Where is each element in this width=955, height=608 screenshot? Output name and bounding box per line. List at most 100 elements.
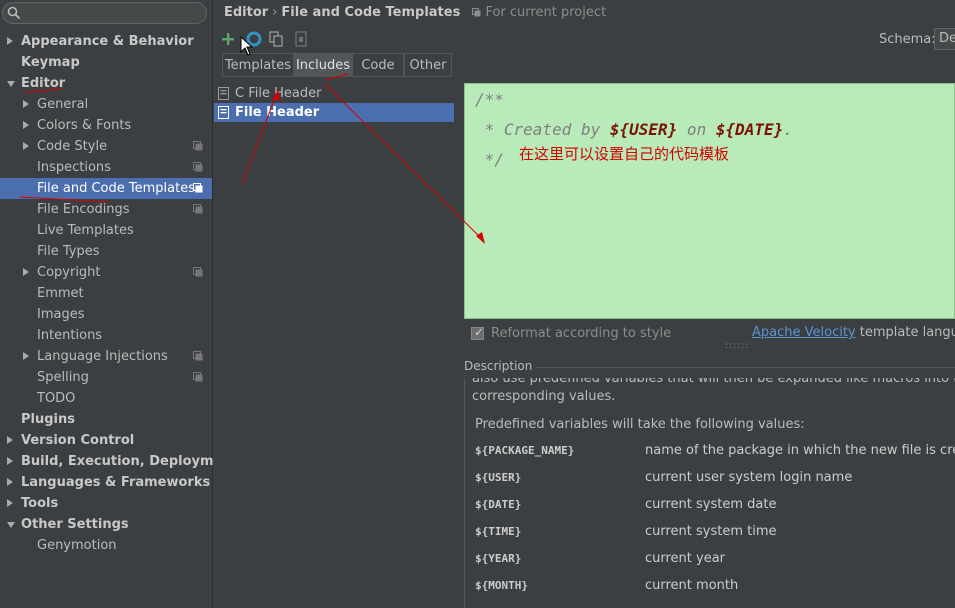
code-text: * Created by (475, 120, 610, 139)
velocity-note-text: template language (859, 325, 955, 340)
sidebar-item[interactable]: Other Settings (0, 514, 212, 535)
sidebar-item[interactable]: Images (0, 304, 212, 325)
sidebar-item-label: Build, Execution, Deployment (21, 454, 238, 469)
description-panel: also use predefined variables that will … (464, 378, 955, 608)
template-list-item[interactable]: C File Header (214, 84, 454, 103)
variable-name: ${MONTH} (475, 579, 528, 592)
collapsed-arrow-icon[interactable] (7, 436, 13, 444)
splitter-grip[interactable]: :::::: (725, 341, 749, 351)
description-text: also use predefined variables that will … (472, 378, 955, 386)
template-list-item-label: File Header (235, 105, 320, 120)
sidebar-item[interactable]: Intentions (0, 325, 212, 346)
tab-other[interactable]: Other (404, 53, 452, 77)
sidebar-item[interactable]: Inspections (0, 157, 212, 178)
tab-code[interactable]: Code (352, 53, 404, 77)
annotation-text: 在这里可以设置自己的代码模板 (519, 145, 730, 163)
variable-description: name of the package in which the new fil… (645, 443, 955, 458)
scope-text: For current project (485, 5, 607, 20)
project-scope-icon (193, 162, 203, 172)
sidebar-item[interactable]: Appearance & Behavior (0, 31, 212, 52)
predefined-heading: Predefined variables will take the follo… (475, 417, 805, 432)
sidebar-item-label: General (37, 97, 89, 112)
sidebar-item-label: Version Control (21, 433, 135, 448)
export-icon[interactable] (292, 30, 310, 48)
tab-includes[interactable]: Includes (294, 53, 352, 77)
collapsed-arrow-icon[interactable] (23, 142, 29, 150)
template-list-item[interactable]: File Header (214, 103, 454, 122)
collapsed-arrow-icon[interactable] (23, 121, 29, 129)
sidebar-item[interactable]: File Encodings (0, 199, 212, 220)
variable-name: ${DATE} (475, 498, 522, 511)
copy-icon[interactable] (267, 30, 285, 48)
template-list-item-label: C File Header (235, 86, 322, 101)
expanded-arrow-icon[interactable] (7, 522, 15, 528)
project-scope-icon (193, 204, 203, 214)
sidebar-item[interactable]: Editor (0, 73, 212, 94)
sidebar-item[interactable]: Version Control (0, 430, 212, 451)
sidebar-item[interactable]: Build, Execution, Deployment (0, 451, 238, 472)
sidebar-item[interactable]: Language Injections (0, 346, 212, 367)
variable-description: current user system login name (645, 470, 853, 485)
sidebar-item[interactable]: TODO (0, 388, 212, 409)
template-editor[interactable]: /** * Created by ${USER} on ${DATE}. */ (464, 83, 955, 319)
breadcrumb: Editor › File and Code Templates For curre… (224, 5, 606, 20)
description-label: Description (464, 359, 537, 373)
sidebar-item[interactable]: Emmet (0, 283, 212, 304)
collapsed-arrow-icon[interactable] (23, 268, 29, 276)
schema-select[interactable]: De (934, 28, 955, 50)
expanded-arrow-icon[interactable] (7, 81, 15, 87)
variable-name: ${TIME} (475, 525, 522, 538)
sidebar-item[interactable]: Code Style (0, 136, 212, 157)
settings-search-input[interactable] (2, 2, 207, 24)
sidebar-item[interactable]: Keymap (0, 52, 212, 73)
collapsed-arrow-icon[interactable] (7, 457, 13, 465)
collapsed-arrow-icon[interactable] (23, 100, 29, 108)
project-scope-icon (193, 141, 203, 151)
sidebar-item[interactable]: Plugins (0, 409, 212, 430)
variable-name: ${USER} (475, 471, 522, 484)
sidebar-item[interactable]: File Types (0, 241, 212, 262)
code-variable-date: ${DATE} (715, 120, 784, 139)
sidebar-item-label: TODO (37, 391, 76, 406)
collapsed-arrow-icon[interactable] (23, 352, 29, 360)
templates-list: C File Header File Header (214, 81, 454, 608)
sidebar-item[interactable]: Genymotion (0, 535, 212, 556)
search-icon (7, 6, 21, 20)
sidebar-item-label: Editor (21, 76, 66, 91)
code-text: . (783, 120, 793, 139)
sidebar-item-label: Inspections (37, 160, 111, 175)
collapsed-arrow-icon[interactable] (7, 478, 13, 486)
description-divider (532, 367, 955, 368)
checkbox-box[interactable]: ✓ (471, 325, 484, 340)
code-line-3: */ (475, 150, 504, 169)
sidebar-item-label: Appearance & Behavior (21, 34, 194, 49)
collapsed-arrow-icon[interactable] (7, 499, 13, 507)
sidebar-item[interactable]: Colors & Fonts (0, 115, 212, 136)
sidebar-item-label: Emmet (37, 286, 84, 301)
sidebar-item-label: File Encodings (37, 202, 130, 217)
sidebar-item-label: File and Code Templates (37, 181, 195, 196)
sidebar-item[interactable]: Live Templates (0, 220, 212, 241)
add-icon[interactable] (219, 30, 237, 48)
collapsed-arrow-icon[interactable] (7, 37, 13, 45)
mouse-cursor-icon (240, 36, 254, 56)
project-scope-icon (193, 351, 203, 361)
sidebar-item-label: Other Settings (21, 517, 129, 532)
project-scope-icon (193, 267, 203, 277)
apache-velocity-link[interactable]: Apache Velocity (752, 325, 856, 340)
sidebar-item[interactable]: Languages & Frameworks (0, 472, 212, 493)
sidebar-item-label: Colors & Fonts (37, 118, 132, 133)
sidebar-item[interactable]: General (0, 94, 212, 115)
sidebar-item[interactable]: File and Code Templates (0, 178, 212, 199)
sidebar-item-label: Plugins (21, 412, 75, 427)
sidebar-item[interactable]: Copyright (0, 262, 212, 283)
sidebar-item-label: Genymotion (37, 538, 117, 553)
description-text: corresponding values. (472, 389, 616, 404)
tab-templates[interactable]: Templates (222, 53, 294, 77)
sidebar-item[interactable]: Tools (0, 493, 212, 514)
sidebar-item-label: Live Templates (37, 223, 134, 238)
sidebar-item-label: File Types (37, 244, 100, 259)
sidebar-item-label: Keymap (21, 55, 80, 70)
sidebar-item[interactable]: Spelling (0, 367, 212, 388)
variable-description: current month (645, 578, 739, 593)
